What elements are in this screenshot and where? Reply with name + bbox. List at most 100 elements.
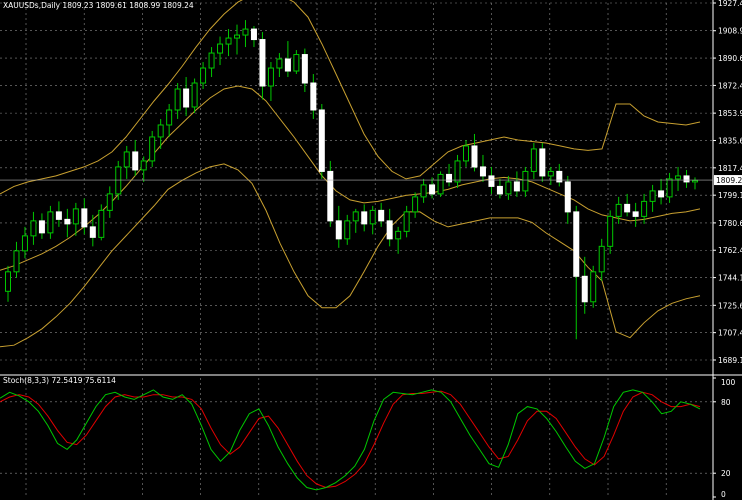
candle-body bbox=[301, 54, 308, 84]
candle-body bbox=[361, 211, 368, 225]
candle-body bbox=[344, 220, 351, 240]
stochastic-window-header: Stoch(8,3,3) 72.5419 75.6114 bbox=[3, 376, 116, 385]
stochastic-axis: 100 80 20 0 bbox=[713, 377, 736, 499]
trading-chart[interactable]: 1927.40 1908.90 1890.65 1872.40 1853.90 1835.… bbox=[0, 0, 742, 500]
candle-body bbox=[675, 175, 682, 180]
candle-body bbox=[208, 52, 215, 69]
candle-body bbox=[581, 275, 588, 303]
current-price-marker: 1809.24 bbox=[0, 175, 742, 186]
price-tick-label: 1744.15 bbox=[718, 274, 742, 283]
candle-body bbox=[132, 151, 139, 171]
candle-body bbox=[183, 88, 190, 108]
candle-body bbox=[38, 220, 45, 234]
price-tick-label: 1762.40 bbox=[718, 246, 742, 255]
candle-body bbox=[590, 271, 597, 303]
candle-body bbox=[327, 170, 334, 222]
candle-body bbox=[174, 88, 181, 111]
candle-body bbox=[666, 178, 673, 198]
candle-body bbox=[446, 173, 453, 183]
candle-body bbox=[276, 58, 283, 69]
price-tick-label: 1927.40 bbox=[718, 0, 742, 8]
price-tick-label: 1707.40 bbox=[718, 329, 742, 338]
candle-body bbox=[352, 211, 359, 222]
candle-body bbox=[55, 211, 62, 220]
candle-body bbox=[454, 160, 461, 183]
stoch-tick-label: 100 bbox=[721, 378, 736, 387]
candle-body bbox=[21, 235, 28, 252]
candle-body bbox=[13, 250, 20, 273]
candle-body bbox=[607, 215, 614, 247]
price-tick-label: 1799.15 bbox=[718, 191, 742, 200]
candle-body bbox=[573, 211, 580, 277]
candle-body bbox=[692, 179, 698, 183]
candle-body bbox=[378, 209, 385, 222]
chart-grid bbox=[0, 2, 713, 497]
candle-body bbox=[437, 173, 444, 195]
stoch-tick-label: 0 bbox=[721, 490, 726, 499]
candle-body bbox=[106, 193, 113, 211]
candle-body bbox=[200, 67, 207, 84]
price-tick-label: 1817.40 bbox=[718, 164, 742, 173]
candle-body bbox=[234, 34, 240, 39]
candle-body bbox=[115, 166, 122, 195]
price-tick-label: 1872.40 bbox=[718, 81, 742, 90]
candle-body bbox=[318, 109, 325, 172]
candle-body bbox=[420, 184, 427, 198]
candle-body bbox=[632, 211, 639, 217]
candle-body bbox=[683, 175, 690, 183]
price-tick-label: 1908.90 bbox=[718, 27, 742, 36]
candle-body bbox=[310, 82, 317, 111]
candle-body bbox=[403, 211, 410, 232]
price-tick-label: 1780.65 bbox=[718, 219, 742, 228]
candle-body bbox=[496, 185, 503, 195]
candle-body bbox=[615, 203, 622, 217]
candle-body bbox=[98, 209, 105, 238]
bollinger-lower-band bbox=[0, 163, 701, 348]
stoch-tick-label: 20 bbox=[721, 469, 731, 478]
candle-body bbox=[386, 220, 393, 240]
candle-body bbox=[539, 148, 546, 177]
candle-body bbox=[471, 145, 478, 168]
candle-body bbox=[624, 203, 631, 213]
candle-body bbox=[547, 170, 554, 177]
candle-body bbox=[429, 184, 436, 195]
stochastic-main-line bbox=[0, 389, 701, 491]
candle-body bbox=[284, 58, 291, 72]
candle-body bbox=[191, 82, 198, 108]
candle-body bbox=[64, 218, 71, 225]
candle-body bbox=[72, 208, 79, 225]
candle-body bbox=[649, 190, 656, 202]
candle-body bbox=[149, 136, 156, 162]
stochastic-oscillator bbox=[0, 389, 701, 491]
candle-body bbox=[157, 124, 164, 138]
candle-body bbox=[505, 181, 512, 195]
candle-body bbox=[479, 166, 486, 177]
candle-body bbox=[225, 37, 232, 45]
price-tick-label: 1890.65 bbox=[718, 54, 742, 63]
candle-body bbox=[598, 245, 605, 273]
stoch-tick-label: 80 bbox=[721, 398, 731, 407]
candle-body bbox=[369, 209, 376, 225]
price-tick-label: 1835.65 bbox=[718, 136, 742, 145]
candle-body bbox=[293, 54, 300, 72]
candle-body bbox=[217, 43, 224, 54]
candle-body bbox=[123, 151, 130, 168]
main-window-header: XAUUSDs,Daily 1809.23 1809.61 1808.99 18… bbox=[3, 1, 194, 10]
candlestick-series bbox=[5, 20, 698, 340]
candle-body bbox=[267, 67, 274, 87]
candle-body bbox=[658, 190, 665, 198]
candle-body bbox=[395, 230, 402, 240]
candle-body bbox=[81, 208, 88, 228]
candle-body bbox=[412, 196, 419, 213]
candle-body bbox=[488, 175, 495, 187]
bollinger-upper-band bbox=[0, 0, 701, 195]
candle-body bbox=[140, 160, 147, 171]
candle-body bbox=[89, 226, 96, 238]
bollinger-middle-band bbox=[0, 85, 701, 271]
candle-body bbox=[166, 109, 173, 126]
current-price-label: 1809.24 bbox=[716, 176, 742, 185]
candle-body bbox=[5, 271, 11, 292]
price-tick-label: 1853.90 bbox=[718, 109, 742, 118]
candle-body bbox=[47, 211, 54, 234]
candle-body bbox=[463, 145, 469, 162]
